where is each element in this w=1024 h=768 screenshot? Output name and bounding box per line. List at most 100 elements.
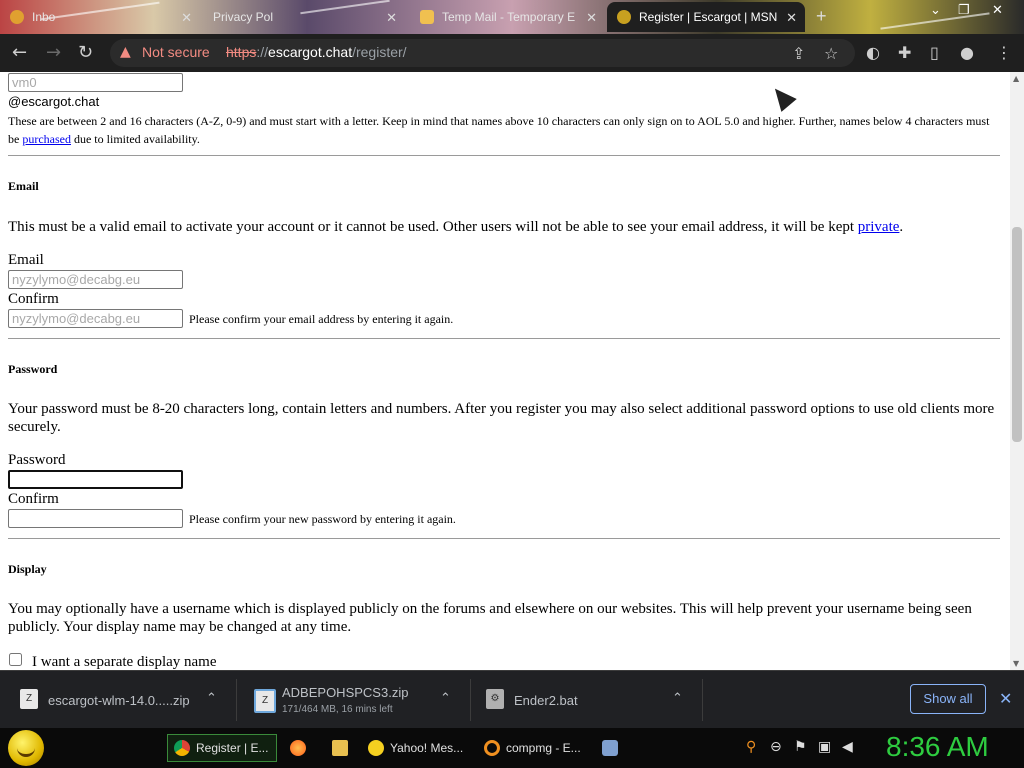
- side-panel-icon[interactable]: ▯: [930, 43, 939, 62]
- download-progress: 171/464 MB, 16 mins left: [282, 704, 393, 715]
- close-icon[interactable]: ✕: [181, 10, 192, 26]
- divider: [8, 338, 1000, 339]
- taskbar-clock[interactable]: 8:36 AM: [886, 731, 989, 763]
- security-status[interactable]: Not secure: [142, 44, 210, 60]
- page-content: @escargot.chat These are between 2 and 1…: [0, 72, 1010, 670]
- taskbar-item-yahoo[interactable]: Yahoo! Mes...: [362, 734, 472, 762]
- display-name-checkbox-label[interactable]: I want a separate display name: [32, 654, 217, 670]
- username-input[interactable]: [8, 73, 183, 92]
- download-name: Ender2.bat: [514, 693, 578, 708]
- new-tab-button[interactable]: +: [816, 6, 827, 27]
- close-icon[interactable]: ✕: [786, 10, 797, 26]
- display-description: You may optionally have a username which…: [8, 601, 972, 635]
- password-confirm-label: Confirm: [8, 491, 59, 507]
- share-icon[interactable]: ⇪: [792, 44, 805, 63]
- email-heading: Email: [8, 179, 39, 193]
- purchased-link[interactable]: purchased: [22, 132, 71, 146]
- close-icon[interactable]: ✕: [586, 10, 597, 26]
- chevron-down-icon[interactable]: ⌄: [930, 2, 941, 18]
- display-name-checkbox[interactable]: [9, 653, 22, 666]
- taskbar-label: Register | E...: [196, 741, 269, 755]
- password-field[interactable]: [8, 470, 183, 489]
- taskbar-item-search[interactable]: compmg - E...: [478, 734, 588, 762]
- start-button[interactable]: [8, 730, 44, 766]
- url-path: /register/: [352, 44, 407, 60]
- password-confirm-field[interactable]: [8, 509, 183, 528]
- search-icon: [484, 740, 500, 756]
- download-item[interactable]: ⚙ Ender2.bat ⌃: [466, 671, 702, 729]
- search-icon[interactable]: ⚲: [746, 739, 756, 755]
- email-desc-part1: This must be a valid email to activate y…: [8, 219, 858, 235]
- star-icon[interactable]: ☆: [824, 44, 838, 63]
- download-name: escargot-wlm-14.0.....zip: [48, 693, 190, 708]
- chevron-up-icon[interactable]: ⌃: [672, 691, 683, 706]
- tab-title: Privacy Pol: [213, 10, 274, 24]
- email-label: Email: [8, 252, 44, 268]
- tab-inbox[interactable]: Inbo ✕: [0, 2, 200, 32]
- username-help-part2: due to limited availability.: [70, 132, 200, 146]
- tab-favicon-icon: [10, 10, 24, 24]
- restore-icon[interactable]: ❐: [958, 2, 970, 18]
- private-link[interactable]: private: [858, 219, 900, 235]
- volume-icon[interactable]: ◀: [842, 739, 853, 755]
- url-text[interactable]: https://escargot.chat/register/: [226, 44, 407, 60]
- divider: [8, 155, 1000, 156]
- yahoo-messenger-icon: [368, 740, 384, 756]
- taskbar-item-firefox[interactable]: [284, 734, 314, 762]
- menu-icon[interactable]: ⋮: [996, 43, 1012, 62]
- taskbar-item-explorer[interactable]: [326, 734, 356, 762]
- page-scrollbar[interactable]: ▲ ▼: [1010, 72, 1024, 670]
- tab-privacy[interactable]: Privacy Pol ✕: [205, 2, 405, 32]
- password-label: Password: [8, 452, 66, 468]
- network-icon[interactable]: ▣: [818, 739, 831, 755]
- close-icon[interactable]: ✕: [999, 689, 1012, 708]
- email-desc-part2: .: [899, 219, 904, 235]
- chevron-up-icon[interactable]: ⌃: [440, 691, 451, 706]
- tab-register[interactable]: Register | Escargot | MSN ✕: [607, 2, 805, 32]
- folder-icon: [332, 740, 348, 756]
- tab-temp-mail[interactable]: Temp Mail - Temporary E ✕: [410, 2, 605, 32]
- escargot-favicon-icon: [617, 10, 631, 24]
- tab-title: Inbo: [32, 10, 56, 24]
- email-confirm-label: Confirm: [8, 291, 59, 307]
- batch-file-icon: ⚙: [486, 689, 504, 709]
- close-icon[interactable]: ✕: [386, 10, 397, 26]
- tab-strip: Inbo ✕ Privacy Pol ✕ Temp Mail - Tempora…: [0, 0, 1024, 34]
- warning-icon[interactable]: ▲: [120, 44, 131, 60]
- tab-title: Temp Mail - Temporary E: [442, 10, 576, 24]
- download-item[interactable]: Z escargot-wlm-14.0.....zip ⌃: [0, 671, 236, 729]
- download-name: ADBEPOHSPCS3.zip: [282, 685, 409, 700]
- taskbar-item-users[interactable]: [596, 734, 626, 762]
- reload-icon[interactable]: ↻: [78, 42, 93, 63]
- scroll-down-icon[interactable]: ▼: [1013, 659, 1019, 668]
- address-bar[interactable]: ▲ Not secure https://escargot.chat/regis…: [110, 39, 855, 67]
- scroll-up-icon[interactable]: ▲: [1013, 74, 1019, 83]
- minus-circle-icon[interactable]: ⊖: [770, 739, 782, 755]
- zip-file-icon: Z: [254, 689, 276, 713]
- divider: [702, 679, 703, 721]
- divider: [8, 538, 1000, 539]
- smiley-icon: [17, 745, 35, 757]
- downloads-bar: Z escargot-wlm-14.0.....zip ⌃ Z ADBEPOHS…: [0, 670, 1024, 729]
- extensions-icon[interactable]: ✚: [898, 43, 911, 62]
- avatar-icon[interactable]: ●: [960, 43, 974, 62]
- email-field[interactable]: [8, 270, 183, 289]
- flag-icon[interactable]: ⚑: [794, 739, 807, 755]
- back-icon[interactable]: ←: [12, 42, 27, 63]
- chevron-up-icon[interactable]: ⌃: [206, 691, 217, 706]
- download-item[interactable]: Z ADBEPOHSPCS3.zip 171/464 MB, 16 mins l…: [234, 671, 470, 729]
- scroll-thumb[interactable]: [1012, 227, 1022, 442]
- username-help-text: These are between 2 and 16 characters (A…: [8, 112, 998, 148]
- tab-title: Register | Escargot | MSN: [639, 10, 778, 24]
- email-description: This must be a valid email to activate y…: [8, 218, 998, 236]
- forward-icon[interactable]: →: [46, 42, 61, 63]
- browser-toolbar: ← → ↻ ▲ Not secure https://escargot.chat…: [0, 34, 1024, 72]
- profile-flag-icon[interactable]: ◐: [866, 43, 880, 62]
- password-description: Your password must be 8-20 characters lo…: [8, 401, 995, 435]
- show-all-button[interactable]: Show all: [910, 684, 986, 714]
- url-separator: ://: [256, 44, 269, 60]
- email-confirm-field[interactable]: [8, 309, 183, 328]
- close-window-icon[interactable]: ✕: [992, 2, 1003, 18]
- url-host: escargot.chat: [268, 44, 353, 60]
- taskbar-item-chrome[interactable]: Register | E...: [167, 734, 277, 762]
